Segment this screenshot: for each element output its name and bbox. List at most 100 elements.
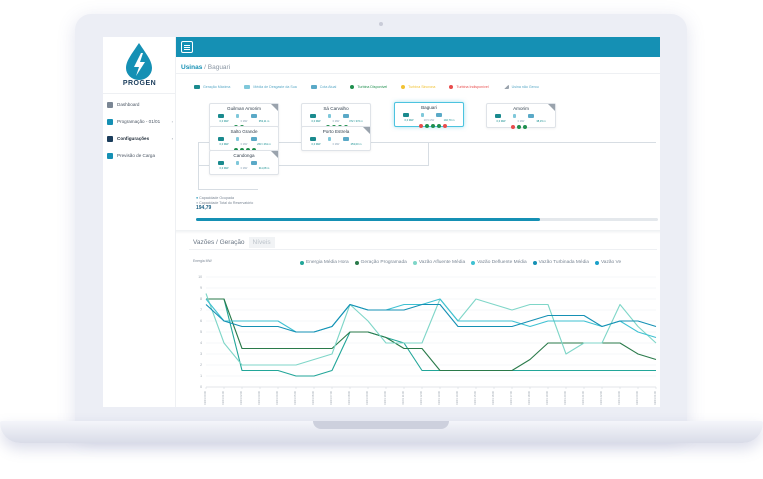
tab-vazoes-geracao[interactable]: Vazões / Geração (189, 237, 249, 248)
water-drop-logo-icon (126, 43, 152, 80)
y-tick-label: 3 (200, 352, 202, 356)
x-tick-label: 01/01 22:00 (599, 390, 603, 404)
turbine-status-dot (523, 125, 527, 129)
plant-card[interactable]: Guilman Amorim 0,0 MW 0 MW 353,11 m (209, 103, 279, 129)
plant-icons (218, 137, 257, 141)
capacity-summary: ● Capacidade Ocupada ● Capacidade Total … (196, 196, 253, 211)
plant-name: Salto Grande (230, 129, 258, 134)
legend-label: Turbina Sincrona (408, 85, 436, 89)
chart-legend-label: Vazão Turbinada Média (538, 260, 589, 265)
level-icon (343, 137, 349, 141)
sidebar-item[interactable]: Programação - 01/01 › (107, 113, 175, 130)
turbine-status-dot (425, 124, 429, 128)
y-tick-label: 4 (200, 341, 202, 345)
generator-icon (403, 113, 409, 117)
plant-card[interactable]: Baguari 0,0 MW 28,5 MW 192,79 m (394, 102, 464, 128)
plant-card[interactable]: Candonga 0,0 MW 0 MW 311,08 m (209, 150, 279, 175)
turbine-status (511, 125, 527, 129)
plant-card[interactable]: Porto Estrela 0,0 MW 0 MW 253,00 m (301, 126, 371, 151)
list-icon (107, 118, 113, 125)
chevron-right-icon: › (171, 136, 173, 141)
level-icon (251, 137, 257, 141)
sidebar-item[interactable]: Dashboard (107, 96, 175, 113)
legend-corner-icon (502, 85, 509, 89)
plant-card[interactable]: Amorim 0,0 MW 0 MW 38,15 m (486, 103, 556, 129)
wear-icon (513, 114, 516, 118)
y-tick-label: 2 (200, 363, 202, 367)
chart-legend-item[interactable]: Vazão Afluente Média (412, 260, 466, 265)
hamburger-menu-icon[interactable] (181, 41, 193, 53)
not-generated-corner-icon (363, 127, 370, 134)
x-tick-label: 01/01 03:00 (257, 390, 261, 404)
plant-value: 0 MW (332, 120, 340, 123)
plant-value: 0 MW (332, 143, 340, 146)
chart-legend-item[interactable]: Vazão Defluente Média (471, 260, 527, 265)
plant-value: 0 MW (240, 167, 248, 170)
x-tick-label: 01/01 02:00 (239, 390, 243, 404)
legend-item: Geração Máxima (194, 85, 230, 89)
sidebar-nav: Dashboard Programação - 01/01 › Configuraçõ… (107, 92, 175, 164)
plant-values: 0,0 MW 0 MW 372 / 372 m (306, 120, 366, 123)
chart-legend-item[interactable]: Vazão Ve (594, 260, 621, 265)
sidebar-item[interactable]: Previsão de Carga (107, 147, 175, 164)
turbine-status-dot (443, 124, 447, 128)
x-tick-label: 01/01 13:00 (437, 390, 441, 404)
x-tick-label: 02/01 01:00 (653, 390, 657, 404)
x-tick-label: 01/01 17:00 (509, 390, 513, 404)
plant-name: Guilman Amorim (227, 106, 261, 111)
plant-card[interactable]: Sá Carvalho 0,0 MW 0 MW 372 / 372 m (301, 103, 371, 129)
legend-item: Turbina Disponível (350, 85, 387, 89)
plant-values: 0,0 MW 0 MW 38,15 m (491, 120, 551, 123)
turbine-status-dot (431, 124, 435, 128)
plant-value: 0,0 MW (219, 167, 229, 170)
legend-swatch (244, 85, 251, 89)
plant-name: Sá Carvalho (323, 106, 349, 111)
connector-line (428, 142, 429, 166)
connector-line (198, 142, 199, 190)
y-axis-title: Energia MW (193, 259, 212, 263)
generator-icon (218, 137, 224, 141)
chart-legend-dot (594, 260, 599, 265)
breadcrumb-page: Baguari (207, 64, 231, 71)
x-tick-label: 01/01 09:00 (365, 390, 369, 404)
plant-icons (310, 137, 349, 141)
connector-line (356, 142, 656, 143)
legend-label: Turbina Disponível (357, 85, 388, 89)
plant-value: 192,79 m (443, 119, 455, 122)
wrench-icon (107, 135, 113, 142)
plant-value: 28,5 MW (423, 119, 435, 122)
wear-icon (236, 137, 239, 141)
x-tick-label: 01/01 23:00 (617, 390, 621, 404)
x-tick-label: 01/01 08:00 (347, 390, 351, 404)
chart-legend-item[interactable]: Energia Média Hora (300, 260, 349, 265)
legend-swatch (310, 85, 317, 89)
x-tick-label: 01/01 19:00 (545, 390, 549, 404)
not-generated-corner-icon (271, 151, 278, 158)
legend-label: Usina não Gerou (511, 85, 539, 89)
plant-name: Amorim (513, 106, 529, 111)
legend-label: Cota Atual (319, 85, 337, 89)
plant-value: 372 / 372 m (349, 120, 363, 123)
chart-legend-label: Vazão Afluente Média (418, 260, 466, 265)
chart-legend-label: Vazão Defluente Média (477, 260, 527, 265)
chart-legend-item[interactable]: Vazão Turbinada Média (532, 260, 589, 265)
sidebar-item[interactable]: Configurações › (107, 130, 175, 147)
app-screen: PROGEN Dashboard Programação - 01/01 › Conf… (103, 37, 660, 407)
legend-item: Usina não Gerou (502, 85, 539, 89)
chart-tabs: Vazões / Geração Níveis (189, 237, 275, 248)
chart-legend-item[interactable]: Geração Programada (354, 260, 407, 265)
tab-niveis[interactable]: Níveis (248, 237, 275, 248)
plant-card[interactable]: Salto Grande 0,0 MW 0 MW 263 / 261 m (209, 126, 279, 152)
y-tick-label: 6 (200, 319, 202, 323)
plant-name: Baguari (421, 105, 437, 110)
generator-icon (218, 161, 224, 165)
section-divider (176, 230, 660, 234)
x-tick-label: 01/01 18:00 (527, 390, 531, 404)
x-tick-label: 01/01 12:00 (419, 390, 423, 404)
diagram-legend: Geração Máxima Média de Desgaste da Sua Co… (194, 85, 553, 89)
plant-value: 38,15 m (536, 120, 546, 123)
breadcrumb-section[interactable]: Usinas (181, 64, 202, 71)
plant-value: 253,00 m (350, 143, 362, 146)
plant-values: 0,0 MW 0 MW 263 / 261 m (214, 143, 274, 146)
wear-icon (236, 114, 239, 118)
